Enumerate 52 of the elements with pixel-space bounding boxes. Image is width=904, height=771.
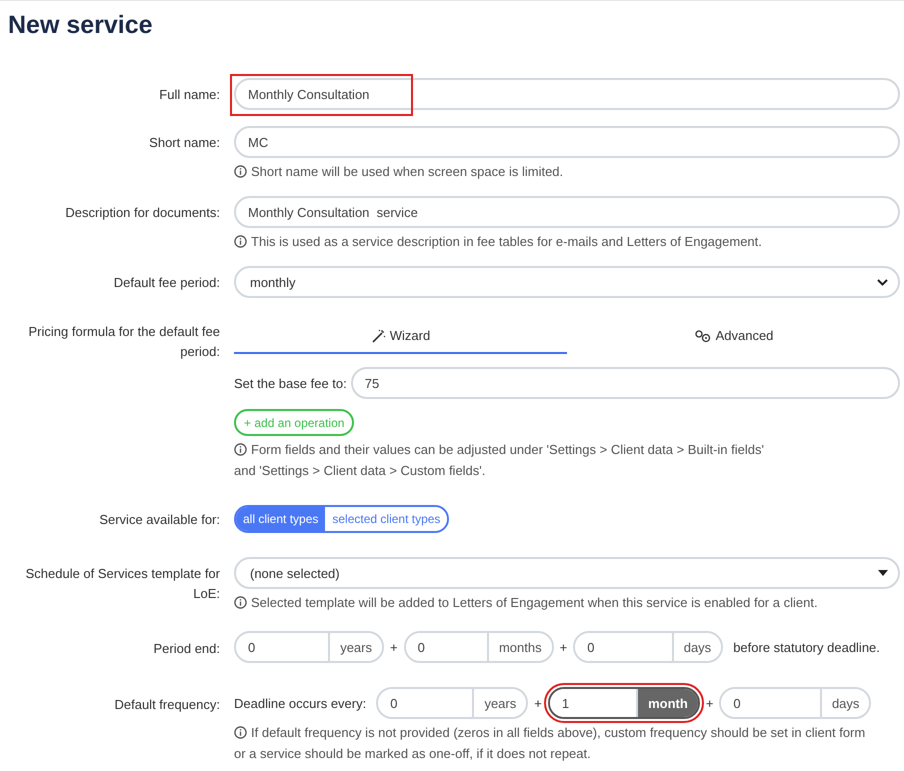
duration-field[interactable]: 0 years [376, 687, 528, 719]
field-label: Service available for: [98, 511, 220, 529]
hint-text: If default frequency is not provided (zeros in all fields above), custom frequency should be set in client form [251, 724, 866, 742]
field-label: Description for documents: [64, 204, 220, 222]
field-label: Deadline occurs every: [234, 696, 366, 710]
info-icon [234, 443, 247, 456]
info-icon [234, 165, 247, 178]
field-label: Default fee period: [112, 274, 220, 292]
info-icon [234, 726, 247, 739]
hint-text: or a service should be marked as one-off, if it does not repeat. [234, 745, 591, 763]
plus-sign: + [560, 640, 568, 654]
field-label: before statutory deadline. [733, 640, 880, 654]
tab[interactable]: Wizard [234, 320, 567, 354]
unit-label: month [636, 689, 698, 717]
select-field[interactable]: monthly [234, 266, 900, 298]
page-title: New service [8, 11, 154, 40]
unit-label: days [820, 689, 870, 717]
duration-field[interactable]: 0 years [234, 631, 384, 663]
tab[interactable]: Advanced [567, 320, 900, 354]
dropdown-field[interactable]: (none selected) [234, 557, 900, 589]
duration-field[interactable]: 0 days [573, 631, 724, 663]
field-label: Default frequency: [113, 696, 220, 714]
unit-label: days [672, 633, 722, 661]
hint-text: Selected template will be added to Letters of Engagement when this service is enabled for a client. [251, 594, 818, 612]
text-field[interactable]: Monthly Consultation [234, 78, 900, 110]
duration-field[interactable]: 0 months [404, 631, 554, 663]
wand-icon [370, 328, 386, 342]
field-label: Short name: [148, 134, 220, 152]
field-label: Schedule of Services template for LoE: [24, 565, 220, 603]
plus-sign: + [390, 640, 398, 654]
text-field[interactable]: Monthly Consultation service [234, 196, 900, 228]
field-label: Set the base fee to: [234, 376, 347, 390]
duration-field[interactable]: 0 days [719, 687, 872, 719]
plus-sign: + [706, 696, 714, 710]
info-icon [234, 235, 247, 248]
field-label: Full name: [158, 86, 220, 104]
plus-sign: + [534, 696, 542, 710]
text-field[interactable]: MC [234, 126, 900, 158]
field-label: Period end: [152, 640, 220, 658]
field-label: Pricing formula for the default fee period: [28, 323, 220, 361]
segment-option[interactable]: all client types [236, 507, 326, 531]
caret-icon [878, 570, 888, 576]
hint-text: Short name will be used when screen space is limited. [251, 163, 564, 181]
unit-label: years [472, 689, 526, 717]
hint-text: This is used as a service description in fee tables for e-mails and Letters of Engagement. [251, 233, 762, 251]
unit-label: months [486, 633, 552, 661]
unit-label: years [328, 633, 382, 661]
hint-text: Form fields and their values can be adjusted under 'Settings > Client data > Built-in fields' [251, 441, 764, 459]
hint-text: and 'Settings > Client data > Custom fields'. [234, 462, 486, 480]
base-fee-field[interactable]: 75 [350, 367, 900, 399]
chevron-icon [877, 278, 888, 286]
info-icon [234, 596, 247, 609]
